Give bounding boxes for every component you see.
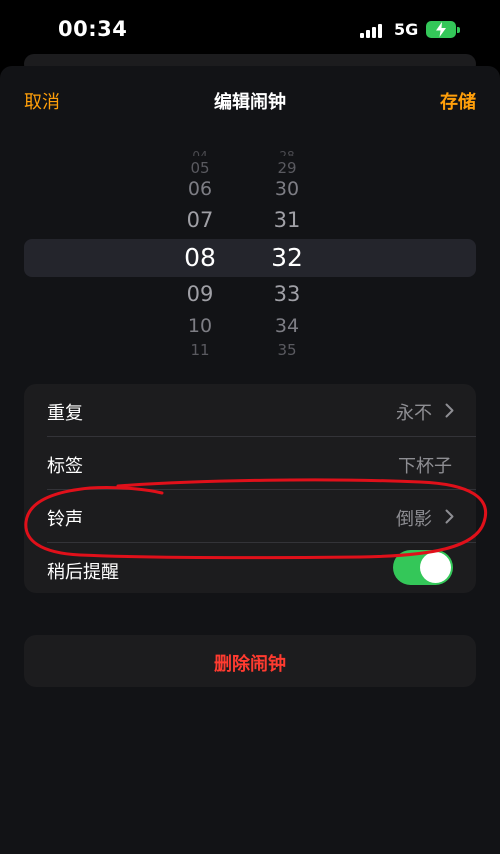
hour-option[interactable]: 06 <box>170 180 230 199</box>
delete-alarm-label: 删除闹钟 <box>214 654 286 675</box>
snooze-toggle[interactable] <box>393 550 453 585</box>
picker-selection-band <box>24 239 476 277</box>
hour-option[interactable]: 07 <box>170 210 230 231</box>
sound-value: 倒影 <box>396 509 432 530</box>
minute-option[interactable]: 33 <box>257 284 317 305</box>
hour-option[interactable]: 11 <box>170 343 230 355</box>
hour-option[interactable]: 10 <box>170 317 230 336</box>
page-title: 编辑闹钟 <box>214 92 286 113</box>
minute-option[interactable]: 30 <box>257 180 317 199</box>
sound-row[interactable]: 铃声 倒影 <box>24 490 476 542</box>
label-label: 标签 <box>47 456 83 477</box>
selected-hour[interactable]: 08 <box>170 245 230 270</box>
minute-option[interactable]: 35 <box>257 343 317 355</box>
chevron-right-icon <box>445 403 454 418</box>
delete-alarm-button[interactable]: 删除闹钟 <box>24 635 476 687</box>
repeat-label: 重复 <box>47 403 83 424</box>
hour-option[interactable]: 09 <box>170 284 230 305</box>
minute-option[interactable]: 34 <box>257 317 317 336</box>
save-button[interactable]: 存储 <box>440 88 476 114</box>
sound-label: 铃声 <box>47 509 83 530</box>
snooze-label: 稍后提醒 <box>47 562 119 583</box>
repeat-value: 永不 <box>396 403 432 424</box>
hour-option[interactable]: 05 <box>170 161 230 176</box>
repeat-row[interactable]: 重复 永不 <box>24 384 476 436</box>
signal-icon <box>360 22 384 38</box>
status-time: 00:34 <box>58 17 128 41</box>
selected-minute[interactable]: 32 <box>257 245 317 270</box>
label-value[interactable]: 下杯子 <box>398 452 452 478</box>
network-label: 5G <box>394 20 419 39</box>
minute-option[interactable]: 29 <box>257 161 317 176</box>
minute-option[interactable]: 31 <box>257 210 317 231</box>
status-bar: 00:34 5G <box>0 0 500 60</box>
chevron-right-icon <box>445 509 454 524</box>
label-row[interactable]: 标签 下杯子 <box>24 437 476 489</box>
battery-charging-icon <box>426 21 460 38</box>
